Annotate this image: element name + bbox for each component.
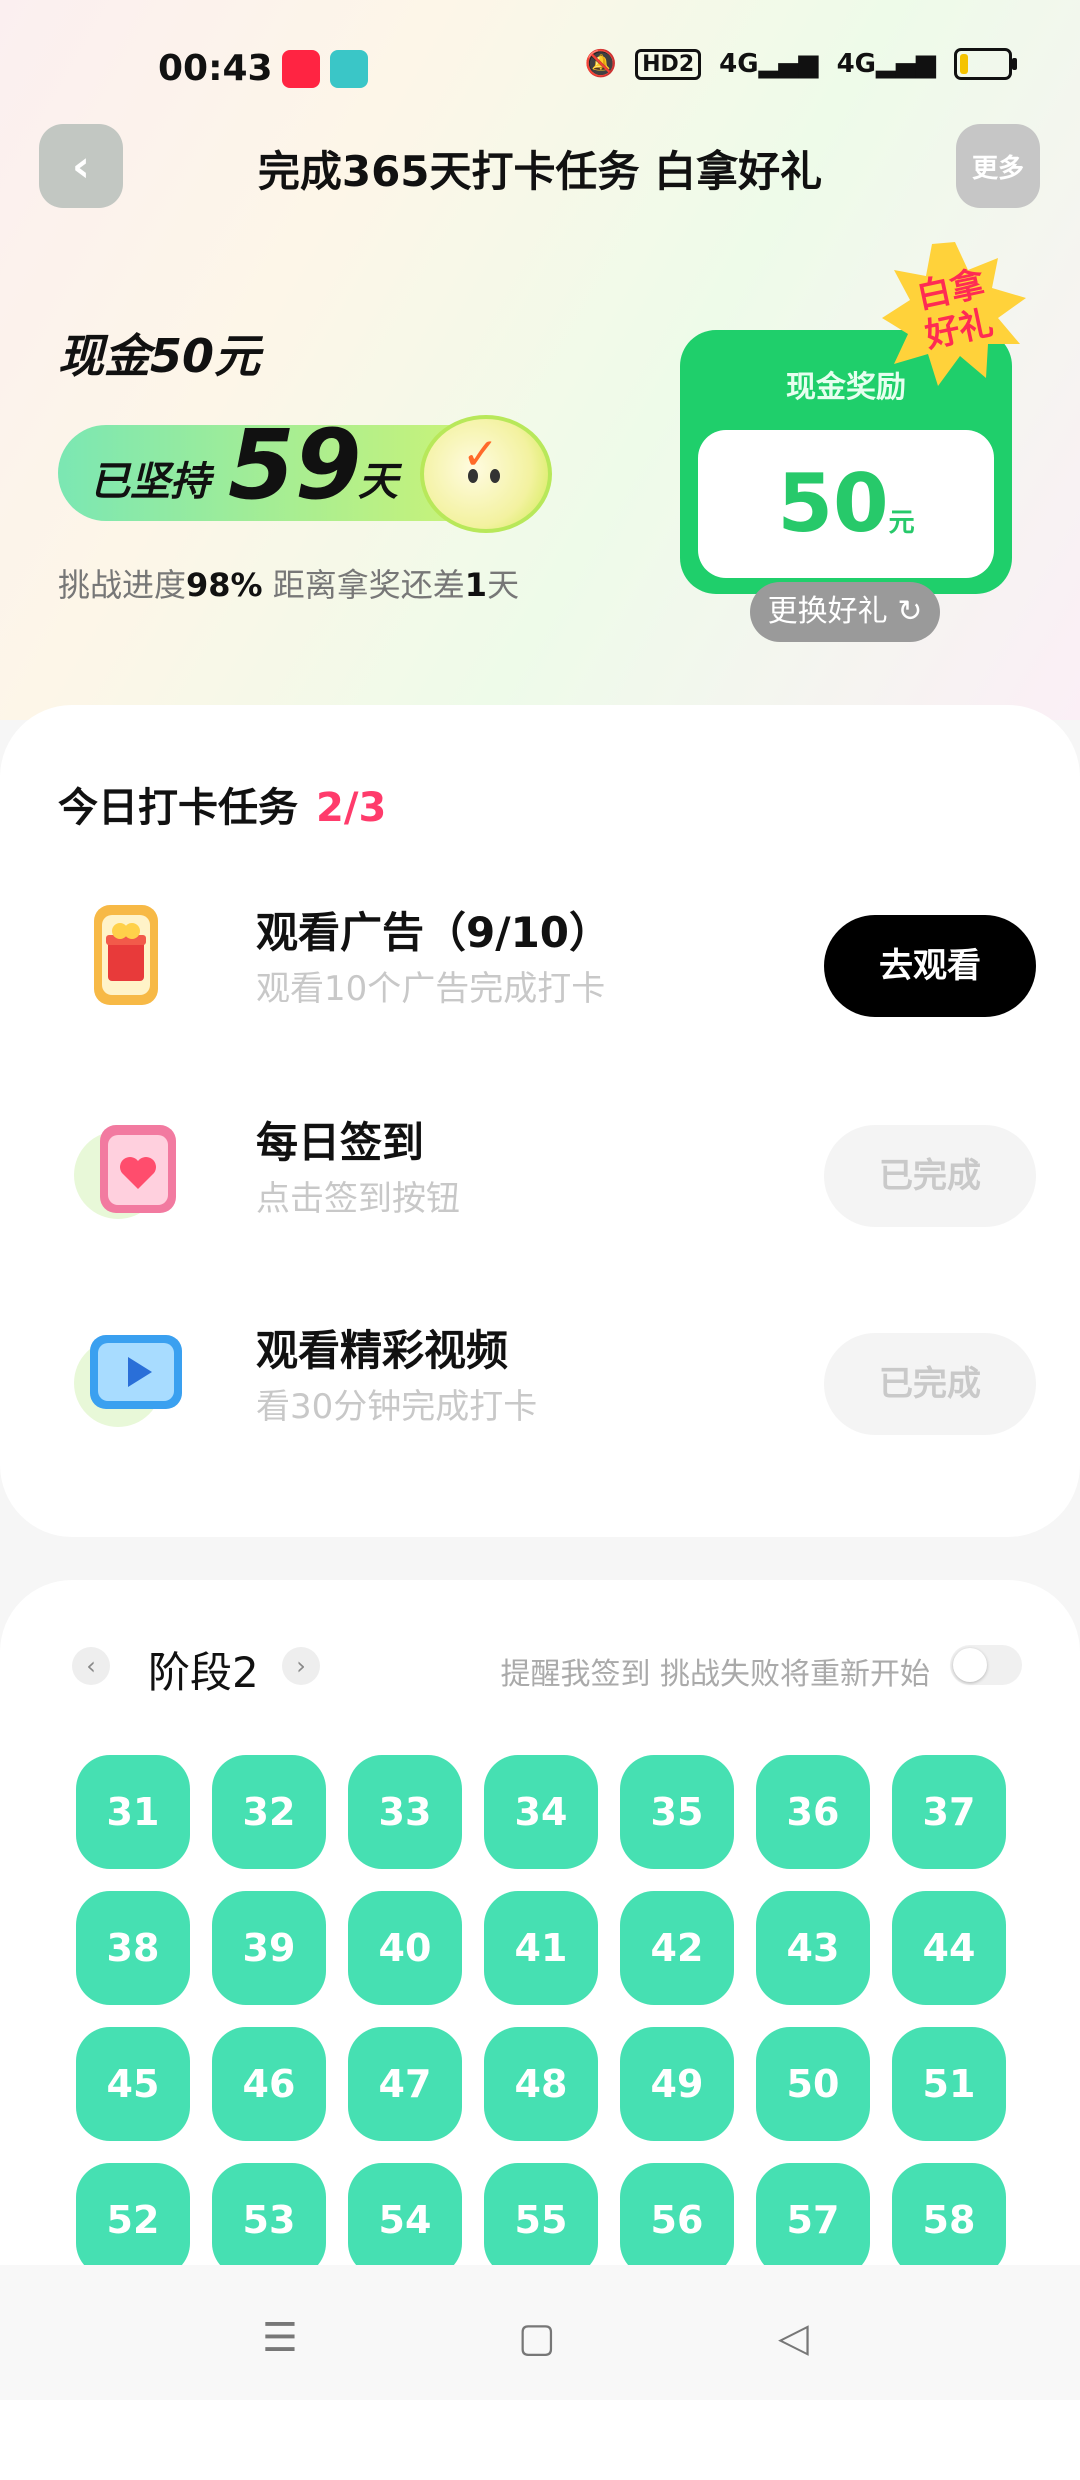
day-tile[interactable]: 35 xyxy=(620,1755,734,1869)
mute-bell-icon: 🔕 xyxy=(584,49,618,79)
task-name: 观看广告（9/10） xyxy=(256,908,612,957)
streak-prefix: 已坚持 xyxy=(90,459,210,505)
day-tile[interactable]: 49 xyxy=(620,2027,734,2141)
day-tile[interactable]: 44 xyxy=(892,1891,1006,2005)
day-tile[interactable]: 36 xyxy=(756,1755,870,1869)
task-desc: 观看10个广告完成打卡 xyxy=(256,969,606,1009)
task-row: 观看广告（9/10） 观看10个广告完成打卡 去观看 xyxy=(0,885,1080,1025)
task-row: 观看精彩视频 看30分钟完成打卡 已完成 xyxy=(0,1303,1080,1443)
days-left: 1 xyxy=(464,566,488,604)
mascot-icon: ✓ xyxy=(420,415,552,533)
streak-suffix: 天 xyxy=(358,459,398,505)
reward-amount: 50元 xyxy=(777,457,915,550)
task-desc: 点击签到按钮 xyxy=(256,1179,460,1219)
day-tile[interactable]: 58 xyxy=(892,2163,1006,2277)
status-bar: 00:43 🔕 HD2 4G▂▄▆ 4G▂▄▆ xyxy=(0,0,1080,130)
stage-label: 阶段2 xyxy=(148,1648,259,1697)
task-name: 观看精彩视频 xyxy=(256,1326,509,1375)
reward-amount-box: 50元 xyxy=(698,430,994,578)
day-tile[interactable]: 39 xyxy=(212,1891,326,2005)
day-tile[interactable]: 48 xyxy=(484,2027,598,2141)
day-tile[interactable]: 45 xyxy=(76,2027,190,2141)
day-tile[interactable]: 43 xyxy=(756,1891,870,2005)
day-tile[interactable]: 57 xyxy=(756,2163,870,2277)
video-play-icon xyxy=(74,1335,182,1427)
task-desc: 看30分钟完成打卡 xyxy=(256,1387,538,1427)
day-tile[interactable]: 40 xyxy=(348,1891,462,2005)
refresh-icon: ↻ xyxy=(897,594,923,629)
back-triangle-icon[interactable]: ◁ xyxy=(778,2315,809,2361)
watch-ad-button[interactable]: 去观看 xyxy=(824,915,1036,1017)
prev-stage-button[interactable]: ‹ xyxy=(72,1647,110,1685)
day-tile[interactable]: 34 xyxy=(484,1755,598,1869)
cash-title: 现金50元 xyxy=(58,329,261,383)
next-stage-button[interactable]: › xyxy=(282,1647,320,1685)
day-tile[interactable]: 41 xyxy=(484,1891,598,2005)
day-tile[interactable]: 42 xyxy=(620,1891,734,2005)
gift-box-icon xyxy=(94,905,158,1005)
signal-icon-1: 4G▂▄▆ xyxy=(719,49,819,79)
day-grid: 31 32 33 34 35 36 37 38 39 40 41 42 43 44 45 46 47 48 49 50… xyxy=(76,1755,1006,2277)
task-count: 2/3 xyxy=(316,785,387,831)
home-square-icon[interactable]: ▢ xyxy=(518,2315,556,2361)
day-tile[interactable]: 32 xyxy=(212,1755,326,1869)
day-tile[interactable]: 46 xyxy=(212,2027,326,2141)
task-heading: 今日打卡任务 2/3 xyxy=(58,785,387,831)
change-gift-button[interactable]: 更换好礼 ↻ xyxy=(750,582,940,642)
day-tile[interactable]: 31 xyxy=(76,1755,190,1869)
stage-header: ‹ 阶段2 › 提醒我签到 挑战失败将重新开始 xyxy=(72,1635,1022,1697)
streak-days: 59 xyxy=(228,409,362,521)
signal-icon-2: 4G▂▄▆ xyxy=(836,49,936,79)
day-tile[interactable]: 33 xyxy=(348,1755,462,1869)
video-done-button[interactable]: 已完成 xyxy=(824,1333,1036,1435)
task-name: 每日签到 xyxy=(256,1118,425,1167)
free-gift-badge: 白拿 好礼 xyxy=(880,240,1030,390)
remind-toggle[interactable] xyxy=(950,1645,1022,1685)
system-nav-bar: ☰ ▢ ◁ xyxy=(0,2265,1080,2400)
day-tile[interactable]: 51 xyxy=(892,2027,1006,2141)
task-row: 每日签到 点击签到按钮 已完成 xyxy=(0,1095,1080,1235)
page-title: 完成365天打卡任务 白拿好礼 xyxy=(257,147,823,196)
battery-icon xyxy=(954,48,1017,80)
hd-icon: HD2 xyxy=(635,48,702,80)
day-tile[interactable]: 53 xyxy=(212,2163,326,2277)
day-tile[interactable]: 52 xyxy=(76,2163,190,2277)
progress-text: 挑战进度98% 距离拿奖还差1天 xyxy=(58,566,520,604)
checkin-done-button[interactable]: 已完成 xyxy=(824,1125,1036,1227)
day-tile[interactable]: 55 xyxy=(484,2163,598,2277)
heart-calendar-icon xyxy=(74,1125,176,1219)
day-tile[interactable]: 38 xyxy=(76,1891,190,2005)
status-right: 🔕 HD2 4G▂▄▆ 4G▂▄▆ xyxy=(584,48,1017,80)
nav-bar: ‹ 完成365天打卡任务 白拿好礼 更多 xyxy=(0,120,1080,212)
chevron-right-icon: › xyxy=(296,1652,306,1680)
day-tile[interactable]: 54 xyxy=(348,2163,462,2277)
xiaohongshu-icon xyxy=(282,50,320,88)
status-time: 00:43 xyxy=(158,48,273,89)
remind-text: 提醒我签到 挑战失败将重新开始 xyxy=(500,1657,930,1692)
day-tile[interactable]: 37 xyxy=(892,1755,1006,1869)
menu-icon[interactable]: ☰ xyxy=(262,2315,298,2361)
day-tile[interactable]: 56 xyxy=(620,2163,734,2277)
chevron-left-icon: ‹ xyxy=(86,1652,96,1680)
day-tile[interactable]: 50 xyxy=(756,2027,870,2141)
day-tile[interactable]: 47 xyxy=(348,2027,462,2141)
task-card: 今日打卡任务 2/3 观看广告（9/10） 观看10个广告完成打卡 去观看 每日签… xyxy=(0,705,1080,1537)
more-button[interactable]: 更多 xyxy=(956,124,1040,208)
progress-value: 98% xyxy=(186,566,263,604)
app-notification-icon xyxy=(330,50,368,88)
